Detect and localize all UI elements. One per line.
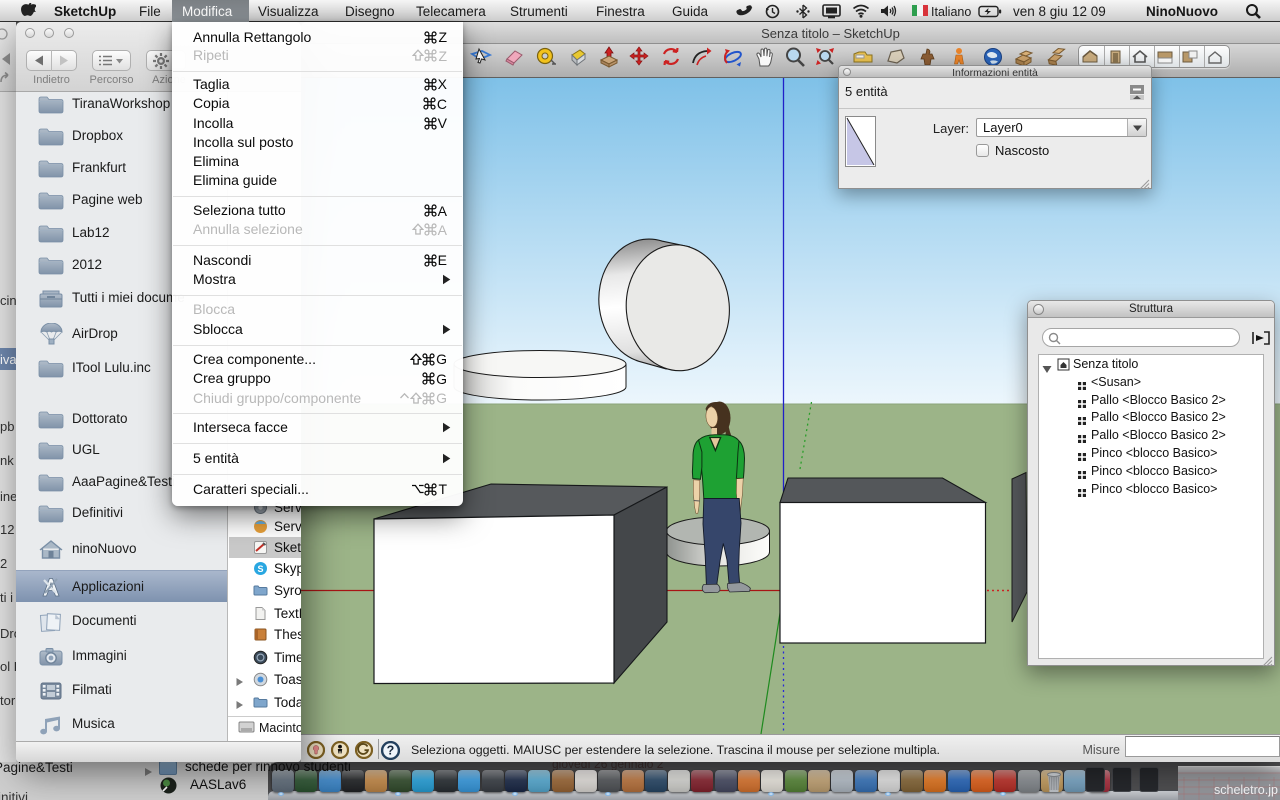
svg-text:S: S <box>257 564 263 574</box>
svg-text:?: ? <box>387 744 395 758</box>
